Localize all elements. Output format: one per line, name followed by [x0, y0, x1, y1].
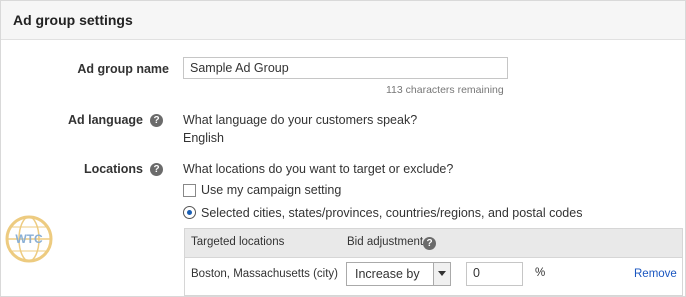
- bid-adjust-value-input[interactable]: 0: [466, 262, 523, 286]
- bid-adjustment-header: Bid adjustment: [347, 236, 424, 248]
- characters-remaining: 113 characters remaining: [386, 84, 504, 96]
- selected-locations-label[interactable]: Selected cities, states/provinces, count…: [201, 206, 582, 220]
- ad-language-label: Ad language: [67, 113, 143, 127]
- table-header: Targeted locations Bid adjustment ?: [185, 229, 682, 258]
- ad-language-help-icon[interactable]: ?: [150, 114, 163, 127]
- locations-help-icon[interactable]: ?: [150, 163, 163, 176]
- ad-group-name-input[interactable]: Sample Ad Group: [183, 57, 508, 79]
- targeted-locations-table: Targeted locations Bid adjustment ? Bost…: [184, 228, 683, 296]
- targeted-locations-header: Targeted locations: [191, 236, 285, 248]
- use-campaign-setting-label[interactable]: Use my campaign setting: [201, 183, 341, 197]
- locations-label: Locations: [83, 162, 143, 176]
- ad-language-question: What language do your customers speak?: [183, 113, 418, 127]
- percent-unit: %: [535, 267, 546, 279]
- remove-location-link[interactable]: Remove: [634, 268, 677, 280]
- bid-adjust-type-select[interactable]: Increase by: [346, 262, 451, 286]
- watermark-text: WTC: [15, 232, 43, 246]
- ad-language-value: English: [183, 131, 224, 145]
- settings-panel: Ad group settings Ad group name Sample A…: [0, 0, 686, 297]
- selected-locations-radio[interactable]: [183, 206, 196, 219]
- wtc-logo-watermark: WTC: [5, 215, 53, 263]
- location-cell: Boston, Massachusetts (city): [191, 268, 338, 280]
- locations-question: What locations do you want to target or …: [183, 162, 454, 176]
- panel-title: Ad group settings: [13, 12, 133, 28]
- select-dropdown-button[interactable]: [433, 263, 450, 285]
- bid-adjust-type-value: Increase by: [355, 267, 420, 281]
- bid-adjustment-help-icon[interactable]: ?: [423, 237, 436, 250]
- panel-header: Ad group settings: [1, 1, 685, 40]
- radio-selected-dot: [187, 210, 192, 215]
- ad-group-name-label: Ad group name: [77, 62, 169, 76]
- chevron-down-icon: [438, 271, 446, 276]
- use-campaign-setting-checkbox[interactable]: [183, 184, 196, 197]
